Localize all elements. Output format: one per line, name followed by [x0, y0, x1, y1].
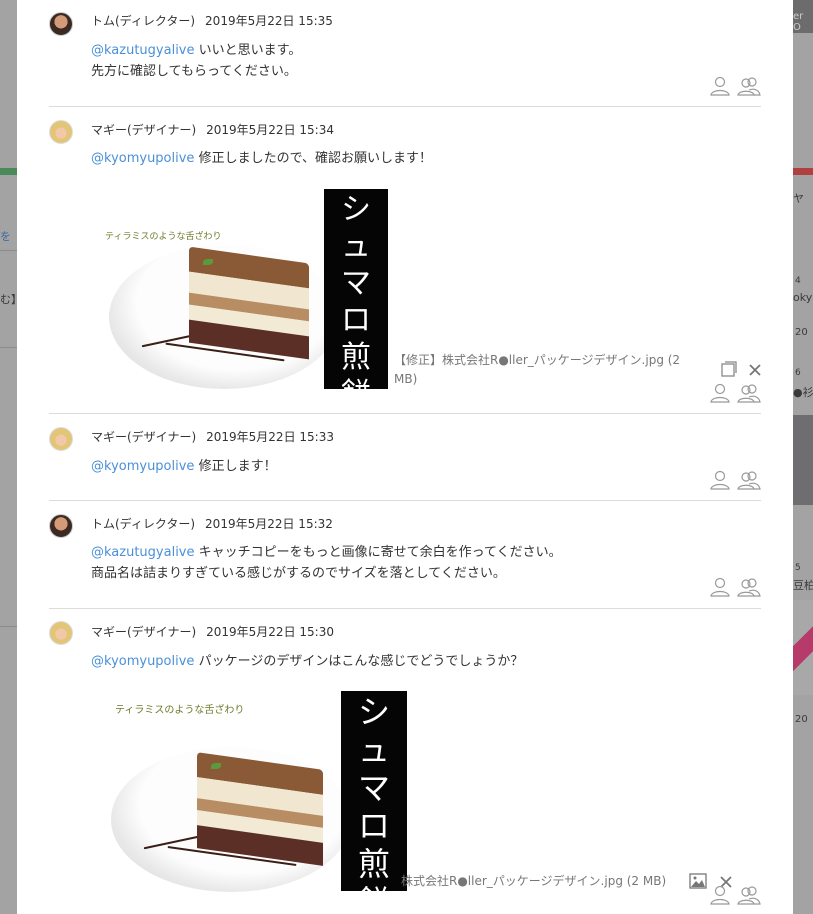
- person-icon[interactable]: [709, 470, 731, 490]
- image-icon[interactable]: [689, 873, 707, 889]
- filename-text: MB): [394, 372, 418, 386]
- avatar: [49, 621, 73, 645]
- message-line: パッケージのデザインはこんな感じでどうでしょうか？: [198, 654, 524, 669]
- avatar: [49, 514, 73, 538]
- image-tagline: ティラミスのような舌ざわり: [115, 705, 245, 716]
- mention-link[interactable]: @kyomyupolive: [91, 459, 194, 474]
- person-icon[interactable]: [709, 76, 731, 96]
- group-icon[interactable]: [737, 76, 761, 96]
- read-status: [709, 885, 761, 905]
- mention-link[interactable]: @kazutugyalive: [91, 545, 195, 560]
- read-status: [709, 577, 761, 597]
- bg-divider: [0, 347, 17, 348]
- bg-text: む】: [0, 293, 17, 306]
- bg-text: oky: [793, 291, 813, 304]
- bg-text: 20: [795, 714, 808, 725]
- timestamp: 2019年5月22日 15:30: [206, 625, 334, 639]
- bg-text: ●衫: [793, 386, 813, 399]
- bg-text: 豆柏: [793, 579, 813, 592]
- group-icon[interactable]: [737, 383, 761, 403]
- copy-icon[interactable]: [720, 360, 738, 378]
- image-tagline: ティラミスのような舌ざわり: [105, 232, 222, 242]
- message-meta: トム(ディレクター) 2019年5月22日 15:35: [91, 12, 333, 29]
- bg-thumbnail: [793, 600, 813, 695]
- person-icon[interactable]: [709, 577, 731, 597]
- product-name-bar: シュマロ煎餅: [324, 189, 388, 390]
- group-icon[interactable]: [737, 577, 761, 597]
- product-name: シュマロ煎餅: [341, 192, 371, 390]
- avatar: [49, 120, 73, 144]
- mention-link[interactable]: @kyomyupolive: [91, 151, 194, 166]
- bg-top-button: er O: [793, 0, 813, 33]
- bg-text: 6: [795, 368, 801, 378]
- bg-divider: [0, 250, 17, 251]
- author-name: トム(ディレクター): [91, 517, 196, 531]
- read-status: [709, 76, 761, 96]
- bg-text: ヤ: [793, 192, 804, 205]
- message-meta: マギー(デザイナー) 2019年5月22日 15:33: [91, 428, 334, 445]
- close-icon[interactable]: [748, 363, 762, 377]
- person-icon[interactable]: [709, 885, 731, 905]
- bg-stripe: [0, 168, 17, 175]
- timestamp: 2019年5月22日 15:32: [205, 517, 333, 531]
- message-body: @kazutugyalive いいと思います。 先方に確認してもらってください。: [91, 40, 301, 82]
- bg-link-text: を: [0, 230, 11, 243]
- message-line: 商品名は詰まりすぎている感じがするのでサイズを落としてください。: [91, 566, 506, 581]
- timestamp: 2019年5月22日 15:33: [206, 430, 334, 444]
- message-body: @kyomyupolive 修正します！: [91, 456, 277, 477]
- message-item: マギー(デザイナー) 2019年5月22日 15:34 @kyomyupolive…: [49, 107, 761, 414]
- author-name: マギー(デザイナー): [91, 123, 197, 137]
- group-icon[interactable]: [737, 470, 761, 490]
- bg-divider: [0, 626, 17, 627]
- author-name: マギー(デザイナー): [91, 625, 197, 639]
- avatar: [49, 12, 73, 36]
- avatar: [49, 427, 73, 451]
- product-name: シュマロ煎餅: [357, 693, 390, 892]
- filename-text: 【修正】株式会社R●ller_パッケージデザイン.jpg (2: [394, 353, 681, 367]
- message-item: トム(ディレクター) 2019年5月22日 15:35 @kazutugyaliv…: [49, 0, 761, 107]
- message-item: マギー(デザイナー) 2019年5月22日 15:33 @kyomyupolive…: [49, 414, 761, 501]
- message-line: 修正します！: [198, 459, 277, 474]
- attachment-filename[interactable]: 【修正】株式会社R●ller_パッケージデザイン.jpg (2 MB): [394, 351, 714, 389]
- attachment-image[interactable]: ティラミスのような舌ざわり シュマロ煎餅: [107, 689, 407, 892]
- message-item: マギー(デザイナー) 2019年5月22日 15:30 @kyomyupolive…: [49, 609, 761, 914]
- bg-text: 5: [795, 563, 801, 573]
- message-body: @kyomyupolive 修正しましたので、確認お願いします！: [91, 148, 432, 169]
- bg-stripe: [793, 168, 813, 175]
- message-line: キャッチコピーをもっと画像に寄せて余白を作ってください。: [198, 545, 562, 560]
- mint-leaf: [211, 763, 221, 769]
- message-line: 修正しましたので、確認お願いします！: [198, 151, 433, 166]
- timestamp: 2019年5月22日 15:35: [205, 14, 333, 28]
- cake: [197, 752, 323, 866]
- attachment-filename[interactable]: 株式会社R●ller_パッケージデザイン.jpg (2 MB): [401, 872, 666, 891]
- read-status: [709, 383, 761, 403]
- message-meta: トム(ディレクター) 2019年5月22日 15:32: [91, 515, 333, 532]
- author-name: トム(ディレクター): [91, 14, 196, 28]
- mention-link[interactable]: @kyomyupolive: [91, 654, 194, 669]
- message-meta: マギー(デザイナー) 2019年5月22日 15:30: [91, 623, 334, 640]
- bg-text: 4: [795, 276, 801, 286]
- message-thread-modal: トム(ディレクター) 2019年5月22日 15:35 @kazutugyaliv…: [17, 0, 793, 914]
- mint-leaf: [203, 259, 213, 265]
- message-meta: マギー(デザイナー) 2019年5月22日 15:34: [91, 121, 334, 138]
- author-name: マギー(デザイナー): [91, 430, 197, 444]
- attachment-image[interactable]: ティラミスのような舌ざわり シュマロ煎餅: [103, 187, 388, 390]
- background-page-right: er O ヤ 4 oky 20 6 ●衫 5 豆柏 20: [793, 0, 813, 914]
- bg-thumbnail: [793, 415, 813, 505]
- message-body: @kyomyupolive パッケージのデザインはこんな感じでどうでしょうか？: [91, 651, 523, 672]
- background-page-left: を む】: [0, 0, 17, 914]
- timestamp: 2019年5月22日 15:34: [206, 123, 334, 137]
- message-line: いいと思います。: [198, 43, 302, 58]
- message-item: トム(ディレクター) 2019年5月22日 15:32 @kazutugyaliv…: [49, 501, 761, 609]
- product-name-bar: シュマロ煎餅: [341, 691, 407, 892]
- message-line: 先方に確認してもらってください。: [91, 64, 297, 79]
- person-icon[interactable]: [709, 383, 731, 403]
- read-status: [709, 470, 761, 490]
- message-body: @kazutugyalive キャッチコピーをもっと画像に寄せて余白を作ってくだ…: [91, 542, 562, 584]
- group-icon[interactable]: [737, 885, 761, 905]
- bg-text: 20: [795, 327, 808, 338]
- mention-link[interactable]: @kazutugyalive: [91, 43, 195, 58]
